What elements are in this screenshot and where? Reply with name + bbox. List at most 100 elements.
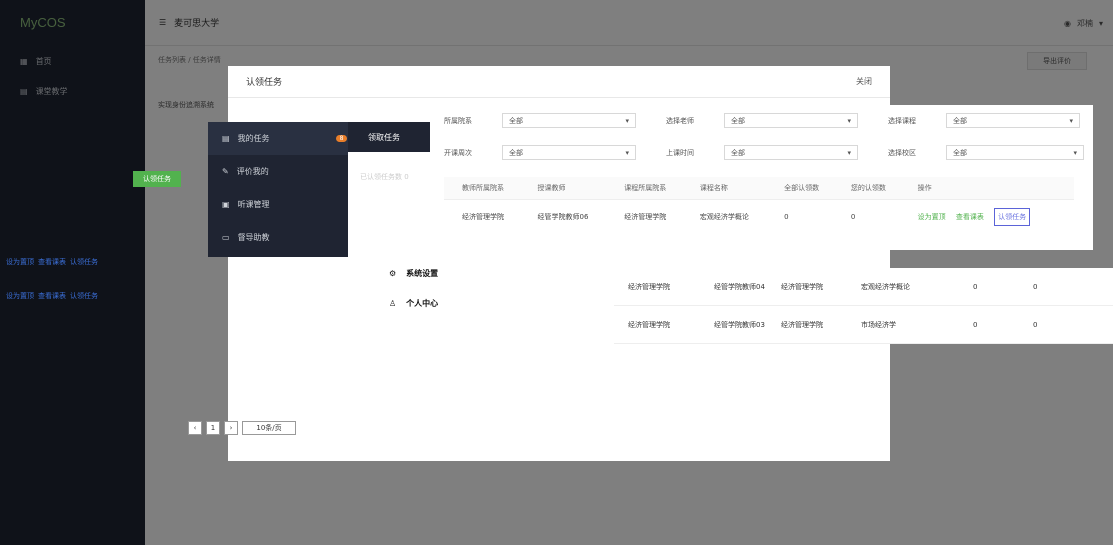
inner-nav: ▤ 我的任务 8 ✎ 评价我的 ▣ 听课管理 ▭ 督导助教 — [208, 122, 348, 257]
search-claim-button[interactable]: 认领任务 — [133, 171, 181, 187]
column-header: 教师所属院系 — [444, 177, 520, 199]
cell-all-count: 0 — [973, 320, 978, 329]
cell-teacher: 经管学院教师06 — [519, 198, 607, 234]
filter-label: 选择校区 — [888, 148, 916, 157]
filter-label: 所属院系 — [444, 116, 472, 125]
calendar-icon: ▣ — [222, 200, 230, 209]
teacher-select[interactable]: 全部 ▾ — [724, 113, 858, 128]
table-row: 经济管理学院 经管学院教师04 经济管理学院 宏观经济学概论 0 0 — [614, 268, 1113, 306]
user-dropdown: ⚙ 系统设置 ♙ 个人中心 — [375, 258, 525, 340]
pin-top-link[interactable]: 设为置顶 — [918, 213, 946, 221]
claim-task-button[interactable]: 认领任务 — [994, 207, 1031, 226]
time-select[interactable]: 全部 ▾ — [724, 145, 858, 160]
close-button[interactable]: 关闭 — [856, 76, 872, 87]
task-count-badge: 8 — [335, 135, 348, 142]
cell-my-count: 0 — [1033, 320, 1038, 329]
claim-task-link[interactable]: 认领任务 — [70, 291, 98, 301]
filter-row-1: 所属院系 全部 ▾ 选择老师 全部 ▾ 选择课程 全部 ▾ — [444, 113, 1080, 128]
tab-label: 领取任务 — [368, 132, 400, 142]
pagination: ‹ 1 › 10条/页 跳至 页 — [188, 420, 359, 436]
chevron-down-icon: ▾ — [847, 116, 851, 125]
select-value: 全部 — [509, 148, 523, 157]
cell-all-count: 0 — [973, 282, 978, 291]
page-size-select[interactable]: 10条/页 — [242, 421, 296, 435]
chevron-down-icon: ▾ — [625, 148, 629, 157]
nav-label: 督导助教 — [237, 233, 270, 242]
cell-dept: 经济管理学院 — [628, 282, 670, 291]
list-item: 设为置顶 查看课表 认领任务 — [6, 245, 136, 279]
select-value: 全部 — [509, 116, 523, 125]
select-value: 全部 — [731, 116, 745, 125]
task-table: 教师所属院系 授课教师 课程所属院系 课程名称 全部认领数 您的认领数 操作 经… — [444, 177, 1074, 234]
filter-label: 选择课程 — [888, 116, 916, 125]
chevron-down-icon: ▾ — [847, 148, 851, 157]
claim-task-link[interactable]: 认领任务 — [70, 257, 98, 267]
goto-label: 跳至 — [300, 424, 314, 432]
table-row: 经济管理学院 经管学院教师06 经济管理学院 宏观经济学概论 0 0 设为置顶 … — [444, 198, 1074, 234]
next-page-button[interactable]: › — [224, 421, 238, 435]
nav-lecture-manage[interactable]: ▣ 听课管理 — [208, 188, 348, 221]
column-header: 课程名称 — [681, 177, 767, 199]
cell-my-count: 0 — [832, 198, 900, 234]
menu-label: 系统设置 — [406, 268, 439, 278]
column-header: 全部认领数 — [766, 177, 833, 199]
filter-label: 选择老师 — [666, 116, 694, 125]
dept-select[interactable]: 全部 ▾ — [502, 113, 636, 128]
pin-top-link[interactable]: 设为置顶 — [6, 291, 34, 301]
list-item: 设为置顶 查看课表 认领任务 — [6, 279, 136, 313]
cell-dept: 经济管理学院 — [444, 198, 520, 234]
filter-row-2: 开课周次 全部 ▾ 上课时间 全部 ▾ 选择校区 全部 ▾ — [444, 145, 1084, 160]
view-schedule-link[interactable]: 查看课表 — [38, 291, 66, 301]
select-value: 全部 — [953, 148, 967, 157]
select-value: 全部 — [731, 148, 745, 157]
table-header: 教师所属院系 授课教师 课程所属院系 课程名称 全部认领数 您的认领数 操作 — [444, 177, 1074, 199]
tab-claim[interactable]: 领取任务 — [348, 122, 430, 152]
menu-item-profile[interactable]: ♙ 个人中心 — [375, 288, 525, 318]
column-header: 课程所属院系 — [606, 177, 682, 199]
page-number[interactable]: 1 — [206, 421, 220, 435]
cell-course: 宏观经济学概论 — [681, 198, 767, 234]
course-select[interactable]: 全部 ▾ — [946, 113, 1080, 128]
cell-course-dept: 经济管理学院 — [606, 198, 682, 234]
left-action-list: 设为置顶 查看课表 认领任务 设为置顶 查看课表 认领任务 — [6, 245, 136, 313]
column-header: 授课教师 — [519, 177, 607, 199]
page-unit-label: 页 — [352, 424, 359, 432]
table-row: 经济管理学院 经管学院教师03 经济管理学院 市场经济学 0 0 — [614, 306, 1113, 344]
page-jump-input[interactable] — [318, 420, 348, 436]
nav-label: 评价我的 — [236, 167, 269, 176]
chevron-down-icon: ▾ — [1073, 148, 1077, 157]
week-select[interactable]: 全部 ▾ — [502, 145, 636, 160]
cell-course-dept: 经济管理学院 — [781, 320, 823, 329]
cell-my-count: 0 — [1033, 282, 1038, 291]
column-header: 您的认领数 — [832, 177, 900, 199]
cell-dept: 经济管理学院 — [628, 320, 670, 329]
modal-title: 认领任务 — [246, 78, 283, 88]
menu-item-settings[interactable]: ⚙ 系统设置 — [375, 258, 525, 288]
task-icon: ▤ — [222, 134, 230, 143]
nav-my-tasks[interactable]: ▤ 我的任务 8 — [208, 122, 348, 155]
edit-icon: ✎ — [222, 167, 229, 176]
select-value: 全部 — [953, 116, 967, 125]
cell-course: 市场经济学 — [861, 320, 896, 329]
nav-supervisor[interactable]: ▭ 督导助教 — [208, 221, 348, 254]
cell-teacher: 经管学院教师04 — [714, 282, 765, 291]
cell-course: 宏观经济学概论 — [861, 282, 910, 291]
lower-table: 经济管理学院 经管学院教师04 经济管理学院 宏观经济学概论 0 0 经济管理学… — [614, 268, 1113, 344]
cell-actions: 设为置顶 查看课表 认领任务 — [899, 198, 1074, 234]
pin-top-link[interactable]: 设为置顶 — [6, 257, 34, 267]
nav-evaluate-me[interactable]: ✎ 评价我的 — [208, 155, 348, 188]
campus-select[interactable]: 全部 ▾ — [946, 145, 1084, 160]
nav-label: 我的任务 — [237, 134, 270, 143]
claimed-count: 已认领任务数 0 — [360, 173, 409, 181]
chevron-down-icon: ▾ — [625, 116, 629, 125]
menu-label: 个人中心 — [406, 298, 439, 308]
task-panel: 所属院系 全部 ▾ 选择老师 全部 ▾ 选择课程 全部 ▾ 开课周次 全部 ▾ 上课时间… — [430, 105, 1093, 250]
chevron-down-icon: ▾ — [1069, 116, 1073, 125]
view-schedule-link[interactable]: 查看课表 — [956, 213, 984, 221]
user-icon: ♙ — [389, 298, 397, 308]
prev-page-button[interactable]: ‹ — [188, 421, 202, 435]
view-schedule-link[interactable]: 查看课表 — [38, 257, 66, 267]
cell-all-count: 0 — [766, 198, 833, 234]
filter-label: 上课时间 — [666, 148, 694, 157]
modal-header: 认领任务 关闭 — [228, 66, 890, 98]
